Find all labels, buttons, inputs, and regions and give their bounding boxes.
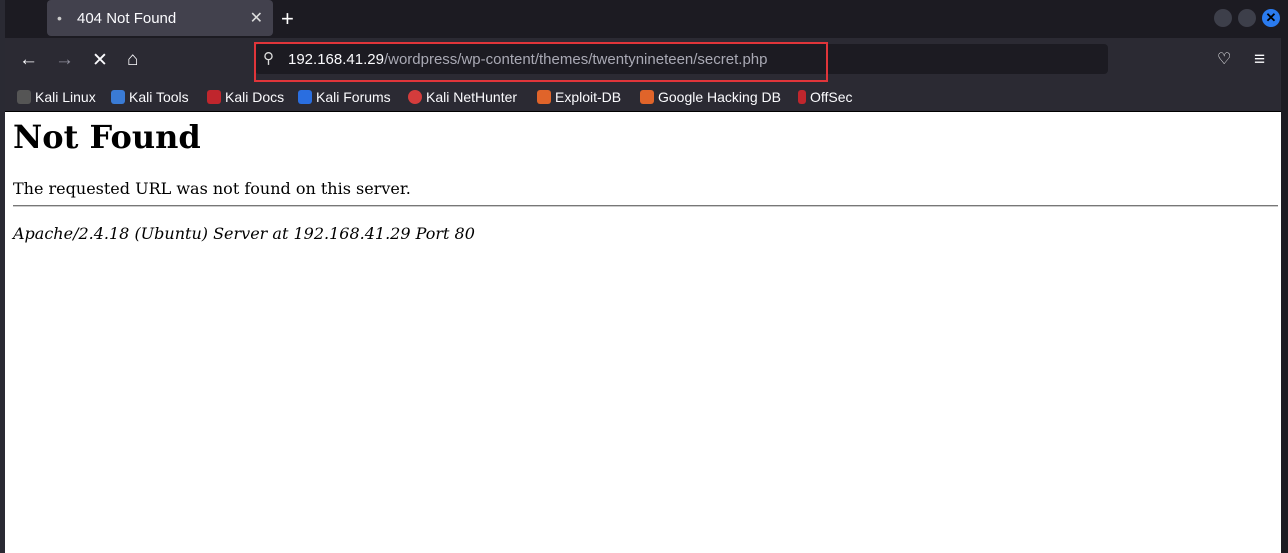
tab-bar: • 404 Not Found ✕ + ✕ [5, 0, 1281, 38]
bookmark-kali-docs[interactable]: Kali Docs [207, 89, 284, 105]
bookmarks-bar: Kali Linux Kali Tools Kali Docs Kali For… [5, 84, 1281, 112]
kali-forums-icon [298, 90, 312, 104]
bookmark-offsec[interactable]: OffSec [798, 89, 853, 105]
loading-dot-icon: • [57, 10, 62, 26]
bookmark-exploit-db[interactable]: Exploit-DB [537, 89, 621, 105]
new-tab-button[interactable]: + [281, 6, 294, 32]
bookmark-kali-tools[interactable]: Kali Tools [111, 89, 189, 105]
close-window-button[interactable]: ✕ [1262, 9, 1280, 27]
nethunter-icon [408, 90, 422, 104]
pocket-icon[interactable]: ♡ [1217, 49, 1231, 69]
tab-title: 404 Not Found [77, 10, 177, 27]
bookmark-kali-linux[interactable]: Kali Linux [17, 89, 96, 105]
browser-window: • 404 Not Found ✕ + ✕ ← → ✕ ⌂ ⚲ 192.168.… [5, 0, 1281, 553]
minimize-button[interactable] [1214, 9, 1232, 27]
stop-icon[interactable]: ✕ [92, 49, 108, 72]
divider [13, 205, 1278, 207]
tab-404[interactable]: • 404 Not Found ✕ [47, 0, 273, 36]
back-icon[interactable]: ← [19, 49, 38, 71]
bookmark-kali-nethunter[interactable]: Kali NetHunter [408, 89, 517, 105]
home-icon[interactable]: ⌂ [127, 49, 138, 71]
maximize-button[interactable] [1238, 9, 1256, 27]
error-message: The requested URL was not found on this … [13, 179, 411, 198]
bookmark-google-hacking-db[interactable]: Google Hacking DB [640, 89, 781, 105]
kali-docs-icon [207, 90, 221, 104]
bookmark-kali-forums[interactable]: Kali Forums [298, 89, 391, 105]
page-content: Not Found The requested URL was not foun… [5, 112, 1281, 553]
forward-icon[interactable]: → [55, 49, 74, 71]
server-signature: Apache/2.4.18 (Ubuntu) Server at 192.168… [13, 224, 475, 243]
menu-icon[interactable]: ≡ [1254, 49, 1265, 71]
url-highlight-annotation [254, 42, 828, 82]
kali-dragon-icon [17, 90, 31, 104]
close-tab-icon[interactable]: ✕ [250, 8, 263, 28]
page-heading: Not Found [13, 118, 201, 156]
ghdb-icon [640, 90, 654, 104]
offsec-icon [798, 90, 806, 104]
exploit-db-icon [537, 90, 551, 104]
kali-tools-icon [111, 90, 125, 104]
